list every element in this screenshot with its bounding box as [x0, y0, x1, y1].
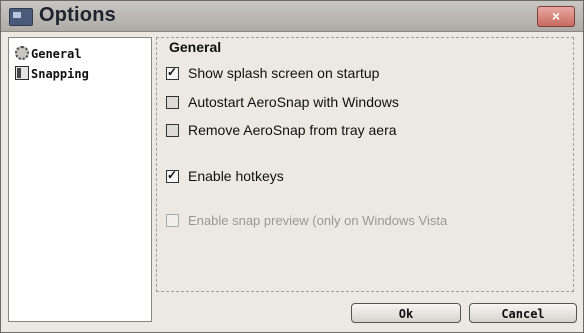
sidebar-item-label: Snapping [31, 67, 89, 81]
gear-icon [15, 46, 29, 60]
show-splash-checkbox[interactable]: Show splash screen on startup [166, 65, 379, 83]
snap-preview-checkbox: Enable snap preview (only on Windows Vis… [166, 213, 447, 231]
autostart-checkbox[interactable]: Autostart AeroSnap with Windows [166, 94, 399, 112]
checkbox-unchecked-icon[interactable] [166, 124, 179, 137]
snapping-icon [15, 66, 29, 80]
section-title: General [169, 39, 222, 55]
cancel-button[interactable]: Cancel [469, 303, 577, 323]
app-icon [9, 8, 33, 26]
sidebar-item-label: General [31, 47, 82, 61]
option-label: Remove AeroSnap from tray aera [188, 122, 397, 138]
sidebar-item-general[interactable]: General [15, 46, 82, 64]
title-bar[interactable]: Options × [1, 1, 583, 32]
option-label: Enable snap preview (only on Windows Vis… [188, 213, 448, 228]
option-label: Show splash screen on startup [188, 65, 380, 81]
category-list: General Snapping [8, 37, 152, 322]
options-window: Options × General Snapping General Show … [0, 0, 584, 333]
ok-button[interactable]: Ok [351, 303, 461, 323]
checkbox-disabled-icon [166, 214, 179, 227]
enable-hotkeys-checkbox[interactable]: Enable hotkeys [166, 168, 284, 186]
checkbox-checked-icon[interactable] [166, 65, 179, 80]
remove-from-tray-checkbox[interactable]: Remove AeroSnap from tray aera [166, 122, 397, 140]
option-label: Enable hotkeys [188, 168, 284, 184]
close-button[interactable]: × [537, 6, 575, 27]
option-label: Autostart AeroSnap with Windows [188, 94, 399, 110]
window-title: Options [39, 4, 116, 26]
checkbox-checked-icon[interactable] [166, 168, 179, 183]
sidebar-item-snapping[interactable]: Snapping [15, 66, 89, 84]
checkbox-unchecked-icon[interactable] [166, 96, 179, 109]
